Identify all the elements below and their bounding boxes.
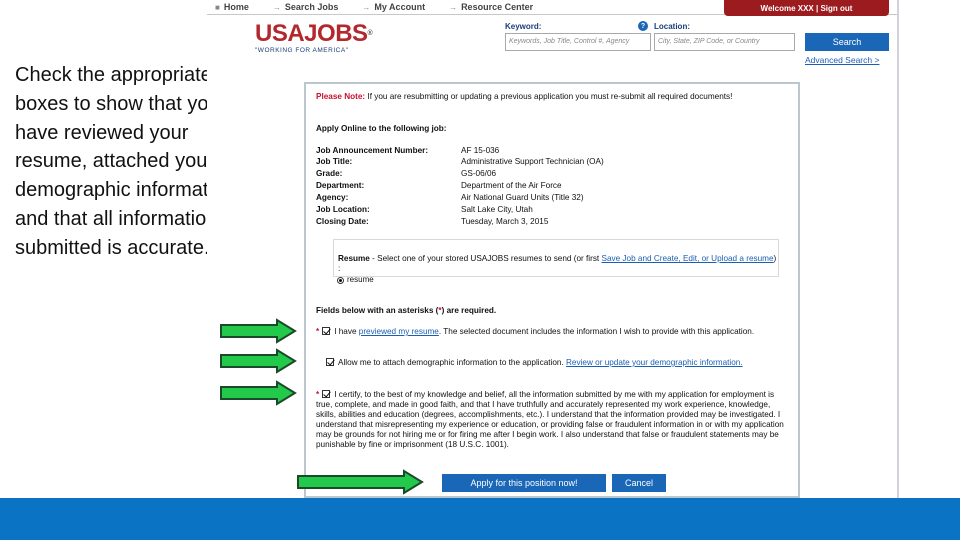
nav-home-label: Home: [223, 2, 249, 12]
field-label: Closing Date:: [316, 217, 369, 226]
apply-online-heading: Apply Online to the following job:: [316, 124, 447, 133]
account-icon: →: [362, 2, 371, 12]
field-value: Department of the Air Force: [461, 181, 562, 190]
resume-instructions: Resume - Select one of your stored USAJO…: [338, 254, 778, 274]
preview-resume-link[interactable]: previewed my resume: [359, 327, 439, 336]
keyword-input[interactable]: Keywords, Job Title, Control #, Agency: [505, 33, 651, 51]
resume-text: - Select one of your stored USAJOBS resu…: [369, 254, 602, 263]
welcome-sign-out[interactable]: Welcome XXX | Sign out: [724, 0, 889, 16]
certify-checkbox[interactable]: [322, 390, 331, 398]
usajobs-logo[interactable]: USAJOBS® "WORKING FOR AMERICA": [255, 20, 373, 55]
nav-search-jobs[interactable]: → Search Jobs: [273, 0, 339, 14]
review-resume-checkbox[interactable]: [322, 327, 331, 335]
field-label: Job Announcement Number:: [316, 146, 429, 155]
demographic-row: Allow me to attach demographic informati…: [326, 358, 790, 368]
logo-wordmark: USAJOBS®: [255, 20, 373, 47]
nav-resource-center-label: Resource Center: [461, 2, 534, 12]
field-label: Agency:: [316, 193, 349, 202]
arrow-right-icon: [220, 348, 297, 374]
nav-my-account-label: My Account: [374, 2, 426, 12]
demographic-checkbox[interactable]: [326, 358, 334, 366]
required-asterisk: *: [316, 327, 320, 336]
note-text: If you are resubmitting or updating a pr…: [365, 92, 733, 101]
logo-word: USAJOBS: [255, 20, 368, 47]
please-note: Please Note: If you are resubmitting or …: [316, 92, 786, 102]
field-label: Job Title:: [316, 157, 353, 166]
footer-bar: [0, 498, 960, 540]
check3-text: I certify, to the best of my knowledge a…: [316, 390, 784, 449]
review-resume-row: * I have previewed my resume. The selecte…: [316, 327, 790, 337]
logo-tagline: "WORKING FOR AMERICA": [255, 47, 349, 54]
check1-after: . The selected document includes the inf…: [438, 327, 755, 336]
cancel-button[interactable]: Cancel: [612, 474, 666, 492]
usajobs-screenshot: ■ Home → Search Jobs → My Account → Resource…: [207, 0, 899, 498]
check1-before: I have: [334, 327, 359, 336]
field-value: Air National Guard Units (Title 32): [461, 193, 584, 202]
required-asterisk: *: [316, 390, 320, 399]
arrow-shape: [220, 380, 297, 406]
arrow-shape: [220, 318, 297, 344]
save-create-resume-link[interactable]: Save Job and Create, Edit, or Upload a r…: [601, 254, 773, 263]
arrow-shape: [297, 469, 424, 495]
field-value: Salt Lake City, Utah: [461, 205, 533, 214]
search-button[interactable]: Search: [805, 33, 889, 51]
demographic-link[interactable]: Review or update your demographic inform…: [566, 358, 743, 367]
keyword-label: Keyword:: [505, 22, 542, 31]
resume-radio[interactable]: resume: [337, 275, 374, 285]
help-icon[interactable]: ?: [638, 21, 648, 31]
required-note-before: Fields below with an asterisks (: [316, 306, 439, 315]
nav-home[interactable]: ■ Home: [215, 0, 249, 14]
arrow-right-icon: [220, 380, 297, 406]
radio-selected-icon[interactable]: [337, 276, 344, 284]
home-icon: ■: [215, 2, 220, 12]
field-label: Grade:: [316, 169, 343, 178]
nav-search-jobs-label: Search Jobs: [284, 2, 339, 12]
registered-icon: ®: [367, 30, 373, 37]
required-note-after: ) are required.: [441, 306, 497, 315]
field-value: Administrative Support Technician (OA): [461, 157, 604, 166]
application-panel: Please Note: If you are resubmitting or …: [304, 82, 800, 498]
check2-text: Allow me to attach demographic informati…: [338, 358, 567, 367]
field-label: Department:: [316, 181, 365, 190]
nav-resource-center[interactable]: → Resource Center: [449, 0, 533, 14]
required-fields-note: Fields below with an asterisks (*) are r…: [316, 306, 496, 316]
resume-prefix: Resume: [338, 254, 370, 263]
field-value: AF 15-036: [461, 146, 500, 155]
arrow-right-icon: [220, 318, 297, 344]
location-label: Location:: [654, 22, 690, 31]
arrow-right-icon: [297, 469, 424, 495]
location-input[interactable]: City, State, ZIP Code, or Country: [654, 33, 795, 51]
note-label: Please Note:: [316, 92, 366, 101]
field-value: Tuesday, March 3, 2015: [461, 217, 549, 226]
field-value: GS-06/06: [461, 169, 497, 178]
advanced-search-link[interactable]: Advanced Search >: [805, 55, 879, 65]
resource-icon: →: [449, 2, 458, 12]
top-navigation: ■ Home → Search Jobs → My Account → Resource…: [215, 0, 533, 14]
resume-option-label: resume: [347, 275, 374, 284]
screenshot-border: [897, 0, 899, 498]
field-label: Job Location:: [316, 205, 370, 214]
apply-now-button[interactable]: Apply for this position now!: [442, 474, 606, 492]
search-icon: →: [272, 2, 281, 12]
certify-row: * I certify, to the best of my knowledge …: [316, 390, 790, 450]
resume-select-box: Resume - Select one of your stored USAJO…: [333, 239, 779, 277]
nav-my-account[interactable]: → My Account: [362, 0, 425, 14]
arrow-shape: [220, 348, 297, 374]
